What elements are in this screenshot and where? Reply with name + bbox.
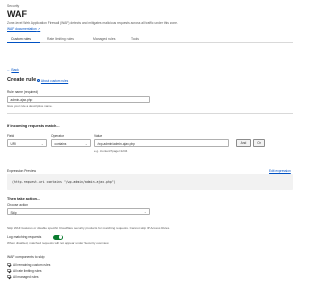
rule-name-label: Rule name (required): [7, 90, 39, 94]
all-remaining-custom-rules-label: All remaining custom rules: [13, 262, 51, 267]
all-remaining-custom-rules-checkbox[interactable]: [7, 262, 11, 267]
tabs-divider: [7, 42, 293, 43]
choose-action-label: Choose action: [7, 203, 29, 207]
all-managed-rules-checkbox[interactable]: [7, 274, 11, 279]
info-icon: i: [37, 79, 41, 83]
toggle-knob: [58, 235, 63, 239]
waf-documentation-label: WAF documentation: [7, 27, 37, 31]
arrow-left-icon: ←: [7, 68, 11, 72]
back-link[interactable]: ← Back: [7, 68, 19, 72]
tab-managed-rules[interactable]: Managed rules: [93, 37, 115, 41]
about-custom-rules-label: About custom rules: [40, 78, 69, 83]
field-label: Field: [7, 134, 15, 138]
section-label: Security: [7, 4, 20, 8]
action-description: Skip WAF features or disable specific Cl…: [7, 226, 171, 230]
expression-preview-box: (http.request.uri contains "/wp-admin/ad…: [7, 174, 293, 190]
all-rate-limiting-rules-checkbox[interactable]: [7, 268, 11, 273]
tab-tools[interactable]: Tools: [131, 37, 139, 41]
operator-select[interactable]: contains ⌄: [51, 139, 91, 147]
operator-label: Operator: [51, 134, 65, 138]
value-label: Value: [94, 134, 103, 138]
incoming-requests-title: If incoming requests match...: [7, 124, 60, 128]
rule-name-hint: Give your rule a descriptive name.: [7, 104, 53, 108]
field-select[interactable]: URI ⌄: [7, 139, 47, 147]
expression-code: (http.request.uri contains "/wp-admin/ad…: [12, 180, 116, 184]
chevron-down-icon: ⌄: [84, 142, 88, 146]
page-title: WAF: [7, 9, 27, 19]
rule-name-input[interactable]: admin-ajax.php: [7, 95, 150, 103]
log-matching-requests-toggle[interactable]: [53, 234, 63, 240]
value-input[interactable]: /wp-admin/admin-ajax.php: [94, 139, 229, 147]
section-divider: [7, 113, 293, 114]
field-select-value: URI: [10, 142, 17, 146]
create-rule-title: Create rule: [7, 77, 37, 83]
edit-expression-link[interactable]: Edit expression: [269, 169, 291, 173]
chevron-down-icon: ⌄: [40, 142, 44, 146]
tab-custom-rules[interactable]: Custom rules: [11, 37, 31, 41]
value-hint: e.g. /content?page=1234: [94, 148, 128, 153]
tab-active-indicator: [7, 41, 40, 43]
action-select-value: Skip: [10, 210, 17, 215]
operator-select-value: contains: [54, 142, 67, 146]
value-input-value: /wp-admin/admin-ajax.php: [97, 142, 135, 146]
waf-documentation-link[interactable]: WAF documentation ↗: [7, 27, 40, 31]
external-link-icon: ↗: [37, 27, 41, 31]
waf-components-title: WAF components to skip: [7, 255, 45, 259]
rule-name-value: admin-ajax.php: [10, 98, 33, 103]
all-rate-limiting-rules-label: All rate limiting rules: [13, 268, 42, 273]
tab-rate-limiting-rules[interactable]: Rate limiting rules: [47, 37, 74, 41]
back-link-label: Back: [11, 68, 19, 72]
about-custom-rules-link[interactable]: i About custom rules: [37, 79, 68, 83]
take-action-title: Then take action...: [7, 197, 41, 201]
action-select[interactable]: Skip ⌄: [7, 208, 150, 215]
log-matching-requests-label: Log matching requests: [7, 235, 42, 239]
expression-preview-label: Expression Preview: [7, 169, 36, 173]
and-button[interactable]: And: [236, 139, 251, 147]
page-description: Zone-level Web Application Firewall (WAF…: [7, 21, 178, 25]
or-button[interactable]: Or: [253, 139, 265, 147]
log-hint: When disabled, matched requests will not…: [7, 241, 110, 245]
chevron-down-icon: ⌄: [143, 210, 147, 215]
all-managed-rules-label: All managed rules: [13, 274, 39, 279]
